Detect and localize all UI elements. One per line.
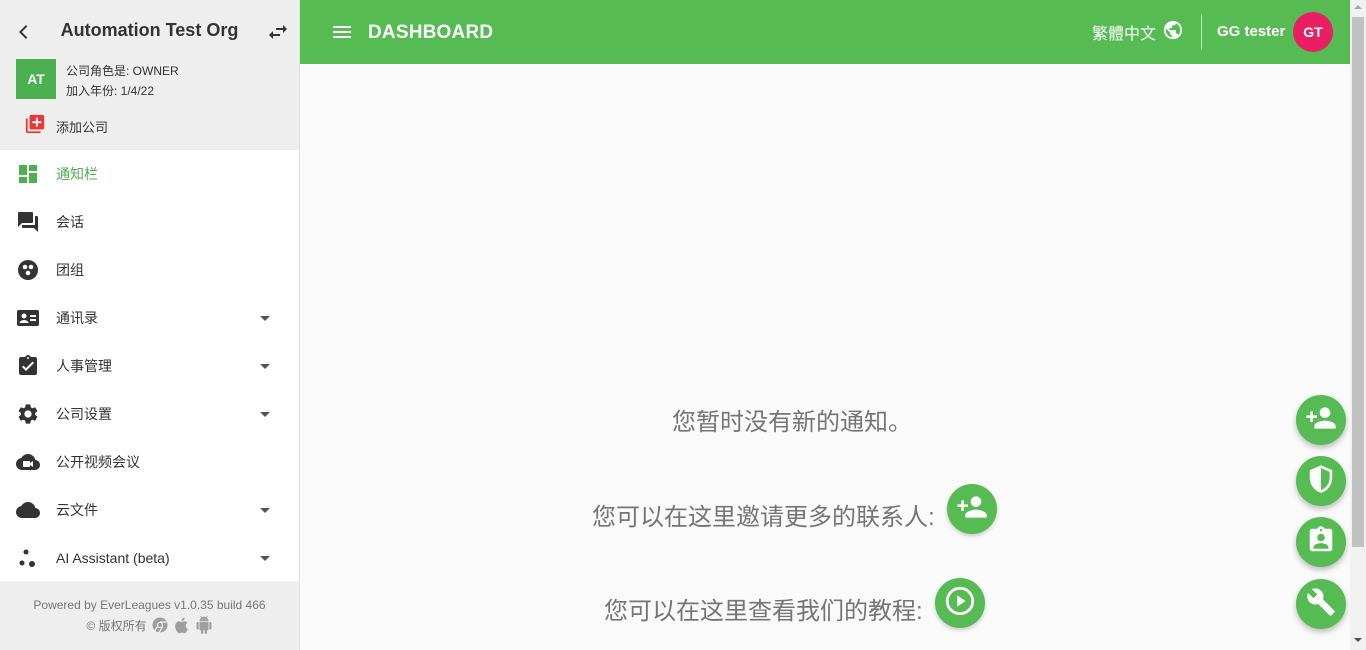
copyright-text: © 版权所有 xyxy=(86,618,147,633)
org-name: Automation Test Org xyxy=(60,20,239,40)
wrench-icon xyxy=(1306,587,1336,622)
chevron-down-icon[interactable] xyxy=(260,316,270,321)
person-add-icon xyxy=(1305,402,1337,439)
org-role-text: 公司角色是: OWNER xyxy=(66,64,179,78)
gear-icon xyxy=(16,402,40,426)
sidebar-item-conversations[interactable]: 会话 xyxy=(0,198,299,246)
chevron-down-icon[interactable] xyxy=(260,556,270,561)
android-icon[interactable] xyxy=(195,616,213,634)
language-label: 繁體中文 xyxy=(1092,26,1157,43)
switch-org-icon[interactable] xyxy=(266,20,290,44)
sidebar-item-company-settings[interactable]: 公司设置 xyxy=(0,390,299,438)
org-header: Automation Test Org AT 公司角色是: OWNER 加入年份… xyxy=(0,0,299,150)
menu-icon[interactable] xyxy=(330,20,354,44)
org-joined-text: 加入年份: 1/4/22 xyxy=(66,84,155,98)
sidebar-item-label: 通讯录 xyxy=(56,310,98,326)
sidebar-item-hr[interactable]: 人事管理 xyxy=(0,342,299,390)
sidebar-item-cloud-files[interactable]: 云文件 xyxy=(0,486,299,534)
tutorial-text: 您可以在这里查看我们的教程: xyxy=(604,598,923,625)
assignment-ind-icon xyxy=(1306,525,1336,560)
page-title: DASHBOARD xyxy=(368,22,494,43)
language-selector[interactable]: 繁體中文 xyxy=(1092,20,1184,44)
sidebar-footer: Powered by EverLeagues v1.0.35 build 466… xyxy=(0,581,299,650)
tutorial-button[interactable] xyxy=(935,578,985,628)
sidebar-item-ai-assistant[interactable]: AI Assistant (beta) xyxy=(0,534,299,582)
sidebar-item-label: 人事管理 xyxy=(56,358,112,374)
ai-dots-icon xyxy=(16,546,40,570)
group-icon xyxy=(16,258,40,282)
sidebar-item-label: 团组 xyxy=(56,262,84,278)
assignment-check-icon xyxy=(16,354,40,378)
add-company-button[interactable]: 添加公司 xyxy=(24,114,108,138)
sidebar-item-groups[interactable]: 团组 xyxy=(0,246,299,294)
fab-tools-button[interactable] xyxy=(1296,579,1346,629)
apple-icon[interactable] xyxy=(173,616,191,634)
user-name[interactable]: GG tester xyxy=(1217,23,1285,40)
sidebar: Automation Test Org AT 公司角色是: OWNER 加入年份… xyxy=(0,0,300,650)
sidebar-item-dashboard[interactable]: 通知栏 xyxy=(0,150,299,198)
add-company-label: 添加公司 xyxy=(56,119,109,135)
invite-contact-button[interactable] xyxy=(947,484,997,534)
sidebar-item-label: 云文件 xyxy=(56,502,98,518)
fab-add-contact-button[interactable] xyxy=(1296,395,1346,445)
scrollbar-thumb[interactable] xyxy=(1352,17,1364,547)
shield-icon xyxy=(1306,464,1336,499)
dashboard-icon xyxy=(16,162,40,186)
add-box-icon xyxy=(24,113,46,140)
invite-contacts-text: 您可以在这里邀请更多的联系人: xyxy=(592,504,935,531)
sidebar-item-video-meeting[interactable]: 公开视频会议 xyxy=(0,438,299,486)
video-cloud-icon xyxy=(16,450,40,474)
sidebar-item-label: 公司设置 xyxy=(56,406,112,422)
scroll-down-icon[interactable] xyxy=(1354,638,1362,642)
header-divider xyxy=(1201,14,1202,50)
sidebar-item-label: 通知栏 xyxy=(56,166,98,182)
sidebar-item-label: 公开视频会议 xyxy=(56,454,140,470)
globe-icon xyxy=(1162,19,1184,46)
fab-security-button[interactable] xyxy=(1296,456,1346,506)
top-app-bar: DASHBOARD 繁體中文 GG tester GT xyxy=(300,0,1350,64)
fab-profile-button[interactable] xyxy=(1296,517,1346,567)
scrollbar[interactable] xyxy=(1350,0,1366,650)
play-circle-icon xyxy=(943,584,977,623)
no-notifications-text: 您暂时没有新的通知。 xyxy=(672,409,912,436)
sidebar-item-label: 会话 xyxy=(56,214,84,230)
chrome-icon[interactable] xyxy=(151,616,169,634)
contacts-icon xyxy=(16,306,40,330)
person-add-icon xyxy=(956,491,988,528)
copyright-row: © 版权所有 xyxy=(0,616,299,634)
avatar[interactable]: GT xyxy=(1293,12,1333,52)
chevron-down-icon[interactable] xyxy=(260,364,270,369)
org-avatar: AT xyxy=(16,59,56,99)
sidebar-item-label: AI Assistant (beta) xyxy=(56,550,170,566)
sidebar-item-contacts[interactable]: 通讯录 xyxy=(0,294,299,342)
chevron-down-icon[interactable] xyxy=(260,508,270,513)
cloud-icon xyxy=(16,498,40,522)
powered-by-text: Powered by EverLeagues v1.0.35 build 466 xyxy=(33,598,266,612)
chevron-down-icon[interactable] xyxy=(260,412,270,417)
scroll-up-icon[interactable] xyxy=(1354,5,1362,9)
sidebar-nav: 通知栏 会话 团组 通讯录 人事管理 公司设置 公开视频会议 云文件 AI As… xyxy=(0,150,299,582)
forum-icon xyxy=(16,210,40,234)
